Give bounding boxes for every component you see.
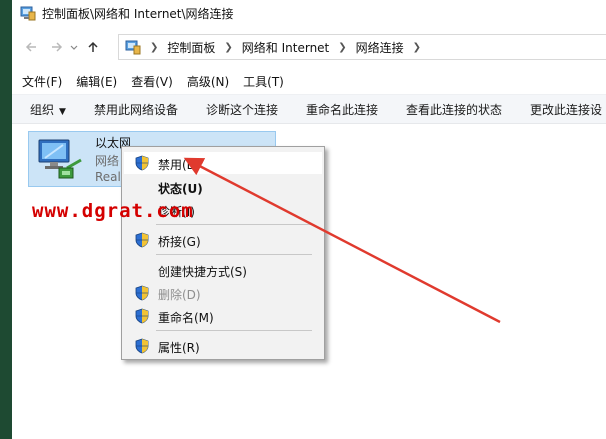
menu-item-delete: 删除(D)	[124, 282, 322, 304]
control-panel-icon	[20, 5, 36, 21]
organize-button[interactable]: 组织 ▼	[12, 101, 80, 118]
menu-separator	[156, 330, 312, 331]
breadcrumb-separator-icon: ❯	[150, 41, 159, 53]
change-settings-button[interactable]: 更改此连接设	[516, 101, 606, 118]
arrow-left-icon[interactable]	[20, 36, 42, 58]
arrow-right-icon[interactable]	[46, 36, 68, 58]
menu-label-status: 状态(U)	[158, 182, 203, 196]
breadcrumb-separator-icon: ❯	[338, 41, 347, 53]
menu-item-bridge[interactable]: 桥接(G)	[124, 229, 322, 251]
command-bar: 组织 ▼ 禁用此网络设备 诊断这个连接 重命名此连接 查看此连接的状态 更改此连接…	[12, 94, 606, 124]
arrow-up-icon[interactable]	[82, 36, 104, 58]
context-menu: 禁用(B) 状态(U) 诊断(I) 桥接(G) 创建快捷方式(S) 删除(D)	[121, 146, 325, 360]
menu-label-delete: 删除(D)	[158, 288, 201, 302]
chevron-down-icon[interactable]	[68, 36, 80, 58]
caret-down-icon: ▼	[59, 106, 66, 117]
breadcrumb-network-internet[interactable]: 网络和 Internet	[242, 39, 329, 56]
menu-separator	[156, 254, 312, 255]
menu-bar: 文件(F) 编辑(E) 查看(V) 高级(N) 工具(T)	[12, 70, 606, 92]
menu-advanced[interactable]: 高级(N)	[187, 73, 229, 90]
menu-label-disable: 禁用(B)	[158, 158, 200, 172]
disable-device-button[interactable]: 禁用此网络设备	[80, 101, 192, 118]
address-bar[interactable]: ❯ 控制面板 ❯ 网络和 Internet ❯ 网络连接 ❯	[118, 34, 606, 60]
breadcrumb-separator-icon[interactable]: ❯	[413, 42, 421, 53]
menu-separator	[156, 224, 312, 225]
title-bar: 控制面板\网络和 Internet\网络连接	[12, 0, 606, 26]
breadcrumb-control-panel[interactable]: 控制面板	[167, 39, 215, 56]
uac-shield-icon	[134, 308, 150, 324]
breadcrumb-network-connections[interactable]: 网络连接	[356, 39, 404, 56]
menu-item-rename[interactable]: 重命名(M)	[124, 305, 322, 327]
watermark-text: www.dgrat.com	[32, 200, 194, 222]
uac-shield-icon	[134, 232, 150, 248]
uac-shield-icon	[134, 338, 150, 354]
navigation-bar: ❯ 控制面板 ❯ 网络和 Internet ❯ 网络连接 ❯	[12, 32, 606, 62]
menu-item-disable[interactable]: 禁用(B)	[124, 152, 322, 174]
menu-view[interactable]: 查看(V)	[131, 73, 173, 90]
menu-label-create-shortcut: 创建快捷方式(S)	[158, 265, 247, 279]
menu-edit[interactable]: 编辑(E)	[76, 73, 117, 90]
menu-item-create-shortcut[interactable]: 创建快捷方式(S)	[124, 259, 322, 281]
menu-label-bridge: 桥接(G)	[158, 235, 201, 249]
window-title: 控制面板\网络和 Internet\网络连接	[42, 6, 234, 21]
ethernet-adapter-icon	[37, 138, 85, 184]
connection-status: 网络	[95, 154, 120, 168]
menu-item-status[interactable]: 状态(U)	[124, 176, 322, 198]
menu-item-properties[interactable]: 属性(R)	[124, 335, 322, 357]
menu-label-properties: 属性(R)	[158, 341, 200, 355]
diagnose-connection-button[interactable]: 诊断这个连接	[192, 101, 292, 118]
uac-shield-icon	[134, 155, 150, 171]
menu-label-rename: 重命名(M)	[158, 311, 214, 325]
control-panel-icon	[125, 39, 141, 55]
menu-file[interactable]: 文件(F)	[22, 73, 62, 90]
uac-shield-icon	[134, 285, 150, 301]
organize-label: 组织	[30, 102, 55, 117]
breadcrumb-separator-icon: ❯	[224, 41, 233, 53]
menu-tools[interactable]: 工具(T)	[243, 73, 284, 90]
rename-connection-button[interactable]: 重命名此连接	[292, 101, 392, 118]
view-status-button[interactable]: 查看此连接的状态	[392, 101, 516, 118]
desktop-edge-strip	[0, 0, 12, 439]
